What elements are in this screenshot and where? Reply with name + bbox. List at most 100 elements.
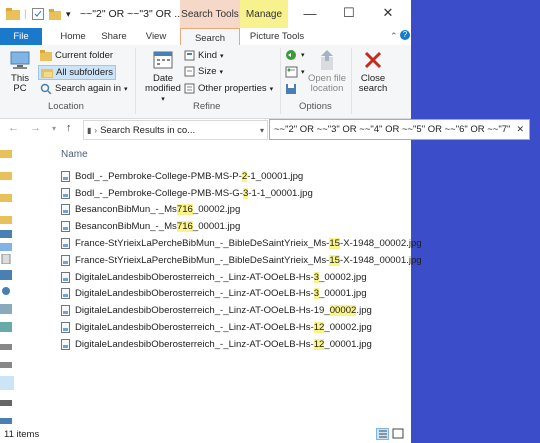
date-modified-button[interactable]: Date modified ▾ <box>143 49 183 105</box>
column-header-name[interactable]: Name <box>61 149 88 160</box>
all-subfolders-button[interactable]: All subfolders <box>38 65 117 80</box>
search-input[interactable]: ~~"2" OR ~~"3" OR ~~"4" OR ~~"5" OR ~~"6… <box>269 119 530 140</box>
other-properties-button[interactable]: Other properties ▾ <box>184 83 273 94</box>
kind-button[interactable]: Kind ▾ <box>184 50 224 61</box>
nav-videos-icon[interactable] <box>0 322 14 332</box>
minimize-button[interactable]: — <box>290 0 330 26</box>
help-icon[interactable]: ? <box>400 30 410 40</box>
tab-share[interactable]: Share <box>94 28 134 45</box>
kind-icon <box>184 50 195 61</box>
nav-computer-icon[interactable] <box>0 230 14 240</box>
tab-file[interactable]: File <box>0 28 42 45</box>
details-view-icon[interactable] <box>376 428 389 440</box>
context-manage: Manage <box>240 0 288 28</box>
chevron-right-icon: › <box>94 125 98 135</box>
image-file-icon <box>61 271 70 283</box>
size-button[interactable]: Size ▾ <box>184 66 223 77</box>
nav-pictures-icon[interactable] <box>0 304 14 314</box>
item-count: 11 items <box>4 429 40 440</box>
forward-icon[interactable]: → <box>30 122 41 134</box>
file-row[interactable]: DigitaleLandesbibOberosterreich_-_Linz-A… <box>61 319 406 336</box>
file-row[interactable]: BesanconBibMun_-_Ms716_00001.jpg <box>61 218 406 235</box>
file-row[interactable]: DigitaleLandesbibOberosterreich_-_Linz-A… <box>61 269 406 286</box>
nav-drive-icon[interactable] <box>0 342 14 352</box>
nav-selected-item[interactable] <box>0 376 14 390</box>
clear-search-icon[interactable]: ✕ <box>516 124 524 135</box>
file-row[interactable]: Bodl_-_Pembroke-College-PMB-MS-P-2-1_000… <box>61 168 406 185</box>
file-name: DigitaleLandesbibOberosterreich_-_Linz-A… <box>75 271 367 283</box>
file-name: BesanconBibMun_-_Ms716_00002.jpg <box>75 204 241 216</box>
new-folder-icon[interactable] <box>49 6 61 22</box>
up-icon[interactable]: ↑ <box>66 122 72 134</box>
nav-drive-icon[interactable] <box>0 360 14 370</box>
file-row[interactable]: France-StYrieixLaPercheBibMun_-_BibleDeS… <box>61 252 422 269</box>
recent-searches-icon <box>286 50 296 60</box>
context-search-tools: Search Tools <box>180 0 240 28</box>
qat-separator: | <box>24 8 27 20</box>
nav-desktop-icon[interactable] <box>0 242 14 252</box>
nav-downloads-icon[interactable] <box>0 270 14 280</box>
file-row[interactable]: DigitaleLandesbibOberosterreich_-_Linz-A… <box>61 302 406 319</box>
close-button[interactable]: ✕ <box>368 0 408 26</box>
title-bar: | ▾ ~~"2" OR ~~"3" OR ... Search Tools M… <box>0 0 411 28</box>
this-pc-button[interactable]: This PC <box>6 51 34 94</box>
ribbon-tabs: File Home Share View Search Picture Tool… <box>0 28 411 47</box>
open-file-location-label-2: location <box>310 83 344 94</box>
tab-picture-tools[interactable]: Picture Tools <box>244 28 310 45</box>
kind-label: Kind <box>198 50 218 61</box>
search-match-highlight: 15 <box>329 238 341 250</box>
nav-folder-icon[interactable] <box>0 148 14 158</box>
search-match-highlight: 00002 <box>329 305 357 317</box>
properties-icon[interactable] <box>32 6 44 22</box>
current-folder-button[interactable]: Current folder <box>40 50 113 61</box>
save-search-button[interactable] <box>285 83 297 95</box>
recent-searches-button[interactable]: ▾ <box>285 49 305 61</box>
chevron-down-icon[interactable]: ▾ <box>260 126 264 135</box>
ribbon: This PC Current folder All subfolders Se… <box>0 45 411 119</box>
search-again-in-button[interactable]: Search again in ▾ <box>40 83 128 94</box>
back-icon[interactable]: ← <box>8 122 19 134</box>
nav-documents-icon[interactable] <box>0 253 14 265</box>
tab-view[interactable]: View <box>136 28 176 45</box>
open-file-location-button[interactable]: Open file location <box>306 49 348 94</box>
calendar-icon <box>153 51 173 69</box>
nav-folder-icon[interactable] <box>0 214 14 224</box>
file-row[interactable]: France-StYrieixLaPercheBibMun_-_BibleDeS… <box>61 235 422 252</box>
file-name: Bodl_-_Pembroke-College-PMB-MS-G-3-1-1_0… <box>75 187 313 199</box>
nav-folder-icon[interactable] <box>0 170 14 180</box>
folder-icon <box>6 6 20 22</box>
file-list: Bodl_-_Pembroke-College-PMB-MS-P-2-1_000… <box>61 168 422 353</box>
dropdown-arrow-icon: ▾ <box>269 85 274 93</box>
dropdown-arrow-icon: ▾ <box>301 69 305 76</box>
nav-drive-icon[interactable] <box>0 398 14 408</box>
qat-customize-icon[interactable]: ▾ <box>66 6 71 22</box>
close-search-label-2: search <box>358 83 388 94</box>
group-separator <box>135 48 136 114</box>
explorer-window: | ▾ ~~"2" OR ~~"3" OR ... Search Tools M… <box>0 0 530 443</box>
maximize-button[interactable]: ☐ <box>329 0 369 26</box>
file-row[interactable]: DigitaleLandesbibOberosterreich_-_Linz-A… <box>61 336 406 353</box>
dropdown-arrow-icon: ▾ <box>219 68 223 76</box>
size-label: Size <box>198 66 217 77</box>
recent-locations-icon[interactable]: ▾ <box>52 124 56 133</box>
nav-folder-icon[interactable] <box>0 192 14 202</box>
nav-music-icon[interactable] <box>0 286 14 296</box>
file-row[interactable]: Bodl_-_Pembroke-College-PMB-MS-G-3-1-1_0… <box>61 185 406 202</box>
collapse-ribbon-icon[interactable]: ⌃ <box>390 31 398 42</box>
address-bar[interactable]: ▮ › Search Results in co... ▾ <box>83 120 268 140</box>
image-file-icon <box>61 170 70 182</box>
file-row[interactable]: BesanconBibMun_-_Ms716_00002.jpg <box>61 202 406 219</box>
advanced-options-button[interactable]: ▾ <box>285 66 305 78</box>
computer-icon <box>10 51 30 69</box>
large-icons-view-icon[interactable] <box>392 428 405 440</box>
file-name: DigitaleLandesbibOberosterreich_-_Linz-A… <box>75 322 372 334</box>
close-search-button[interactable]: Close search <box>354 49 392 94</box>
file-row[interactable]: DigitaleLandesbibOberosterreich_-_Linz-A… <box>61 286 406 303</box>
tab-home[interactable]: Home <box>52 28 94 45</box>
search-results-icon: ▮ <box>87 125 92 135</box>
search-icon <box>40 83 52 94</box>
subfolders-icon <box>41 69 53 78</box>
file-name: BesanconBibMun_-_Ms716_00001.jpg <box>75 221 241 233</box>
dropdown-arrow-icon: ▾ <box>220 52 224 60</box>
group-separator <box>351 48 352 114</box>
